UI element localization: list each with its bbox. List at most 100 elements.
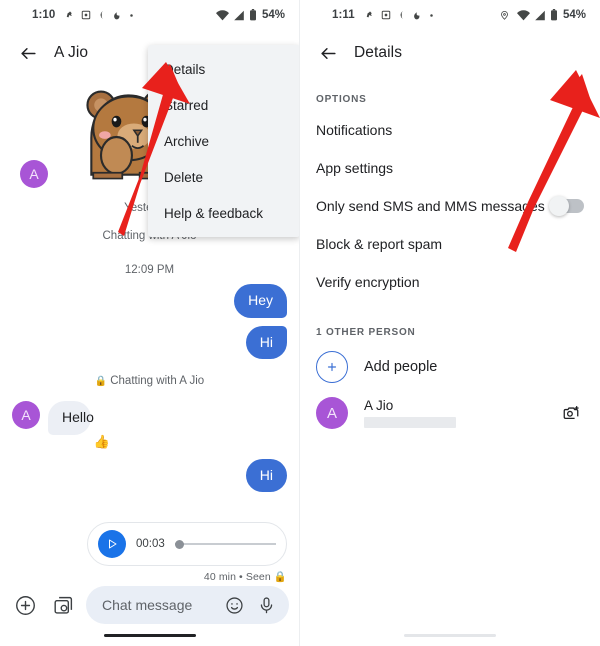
option-label: Notifications xyxy=(316,122,393,138)
gesture-navigation-bar xyxy=(103,634,196,637)
crescent-moon-icon xyxy=(397,10,406,20)
plus-circle-icon[interactable] xyxy=(10,590,40,620)
option-app-settings[interactable]: App settings xyxy=(316,149,584,187)
gesture-navigation-bar xyxy=(404,634,496,637)
message-bubble[interactable]: Hey xyxy=(234,284,287,318)
microphone-icon[interactable] xyxy=(255,594,277,616)
menu-item-archive[interactable]: Archive xyxy=(148,123,299,159)
back-arrow-icon[interactable] xyxy=(8,33,48,73)
dot-icon xyxy=(429,13,434,18)
chat-message-input[interactable]: Chat message xyxy=(86,586,289,624)
dual-screenshot-container: 1:10 54% A Jio A Chatting 12:09 PM Hey H… xyxy=(0,0,600,646)
audio-message-column: 00:03 40 min • Seen 🔒 xyxy=(87,522,287,583)
avatar: A xyxy=(20,160,48,188)
details-title: Details xyxy=(354,44,403,61)
option-block-report-spam[interactable]: Block & report spam xyxy=(316,225,584,263)
status-bar-left: 1:10 54% xyxy=(0,0,299,30)
dot-icon xyxy=(129,13,134,18)
option-only-sms-mms[interactable]: Only send SMS and MMS messages xyxy=(316,187,584,225)
battery-icon xyxy=(249,9,257,21)
play-icon[interactable] xyxy=(98,530,126,558)
overflow-menu: Details Starred Archive Delete Help & fe… xyxy=(148,45,299,237)
dnd-icon xyxy=(64,10,75,21)
details-content: OPTIONS Notifications App settings Only … xyxy=(300,94,600,436)
add-people-label: Add people xyxy=(364,359,438,375)
status-right-icons: 54% xyxy=(500,9,586,21)
message-bubble[interactable]: Hello xyxy=(48,401,94,435)
menu-item-delete[interactable]: Delete xyxy=(148,159,299,195)
wifi-icon xyxy=(516,9,530,21)
menu-item-help-feedback[interactable]: Help & feedback xyxy=(148,195,299,231)
battery-percent: 54% xyxy=(562,9,586,21)
message-timestamp: 12:09 PM xyxy=(124,264,175,276)
right-screen-details: 1:11 54% Details OPTIONS Notifications A… xyxy=(300,0,600,646)
cellular-signal-icon xyxy=(233,10,245,21)
cellular-signal-icon xyxy=(534,10,546,21)
battery-percent: 54% xyxy=(261,9,285,21)
details-app-bar: Details xyxy=(300,30,600,76)
left-screen-conversation: 1:10 54% A Jio A Chatting 12:09 PM Hey H… xyxy=(0,0,300,646)
conversation-title: A Jio xyxy=(54,44,89,61)
status-bar-right: 1:11 54% xyxy=(300,0,600,30)
data-saver-icon xyxy=(412,10,423,21)
only-sms-mms-toggle[interactable] xyxy=(549,196,584,216)
message-row-outgoing-hey: Hey xyxy=(12,284,287,318)
status-right-icons: 54% xyxy=(215,9,285,21)
status-left-icons xyxy=(364,10,434,21)
emoji-smiley-icon[interactable] xyxy=(223,594,245,616)
system-line-chatting-2: 🔒 Chatting with A Jio xyxy=(12,375,287,387)
message-row-incoming-hello: A Hello 👍 xyxy=(12,401,287,450)
lock-icon: 🔒 xyxy=(94,376,108,387)
menu-item-starred[interactable]: Starred xyxy=(148,87,299,123)
message-row-outgoing-hi: Hi xyxy=(12,325,287,359)
message-bubble[interactable]: Hi xyxy=(245,458,287,492)
wifi-icon xyxy=(215,9,229,21)
people-section-header: 1 OTHER PERSON xyxy=(316,327,416,338)
data-saver-icon xyxy=(112,10,123,21)
status-time: 1:10 xyxy=(32,9,56,21)
person-phone-number-redacted xyxy=(364,417,456,428)
person-info: A Jio xyxy=(364,398,558,428)
reaction-thumbs-up-icon[interactable]: 👍 xyxy=(91,432,112,450)
avatar: A xyxy=(316,397,348,429)
option-label: App settings xyxy=(316,160,394,176)
message-row-outgoing-hi-2: Hi xyxy=(12,458,287,492)
add-people-row[interactable]: Add people xyxy=(316,344,584,390)
option-verify-encryption[interactable]: Verify encryption xyxy=(316,263,584,301)
location-pin-icon xyxy=(500,10,509,21)
option-notifications[interactable]: Notifications xyxy=(316,111,584,149)
system-line-text: Chatting with A Jio xyxy=(110,375,205,387)
lock-icon: 🔒 xyxy=(273,571,287,583)
plus-icon xyxy=(316,351,348,383)
avatar: A xyxy=(12,401,40,429)
message-bubble[interactable]: Hi xyxy=(245,325,287,359)
audio-seek-slider[interactable] xyxy=(174,537,276,551)
option-label: Block & report spam xyxy=(316,236,443,252)
chat-message-placeholder: Chat message xyxy=(102,597,193,613)
screenshot-icon xyxy=(381,10,391,20)
person-row-a-jio[interactable]: A A Jio xyxy=(316,390,584,436)
message-composer: Chat message xyxy=(0,586,299,624)
audio-duration: 00:03 xyxy=(136,538,165,550)
menu-item-details[interactable]: Details xyxy=(148,51,299,87)
audio-message-status: 40 min • Seen 🔒 xyxy=(204,570,287,583)
incoming-bubble-group: Hello 👍 xyxy=(48,401,112,450)
audio-message-bubble[interactable]: 00:03 xyxy=(87,522,287,566)
option-label: Only send SMS and MMS messages xyxy=(316,198,545,214)
screenshot-icon xyxy=(81,10,91,20)
person-name: A Jio xyxy=(364,398,394,413)
add-photo-camera-icon[interactable] xyxy=(558,404,584,422)
options-section-header: OPTIONS xyxy=(316,94,367,105)
status-time: 1:11 xyxy=(332,9,355,21)
battery-icon xyxy=(550,9,558,21)
option-label: Verify encryption xyxy=(316,274,420,290)
gallery-camera-icon[interactable] xyxy=(48,590,78,620)
status-left-icons xyxy=(64,10,134,21)
crescent-moon-icon xyxy=(97,10,106,20)
toggle-thumb xyxy=(549,196,569,216)
dnd-icon xyxy=(364,10,375,21)
audio-status-text: 40 min • Seen xyxy=(203,571,271,583)
audio-track-line xyxy=(174,543,276,545)
back-arrow-icon[interactable] xyxy=(308,33,348,73)
audio-seek-knob[interactable] xyxy=(174,539,184,549)
